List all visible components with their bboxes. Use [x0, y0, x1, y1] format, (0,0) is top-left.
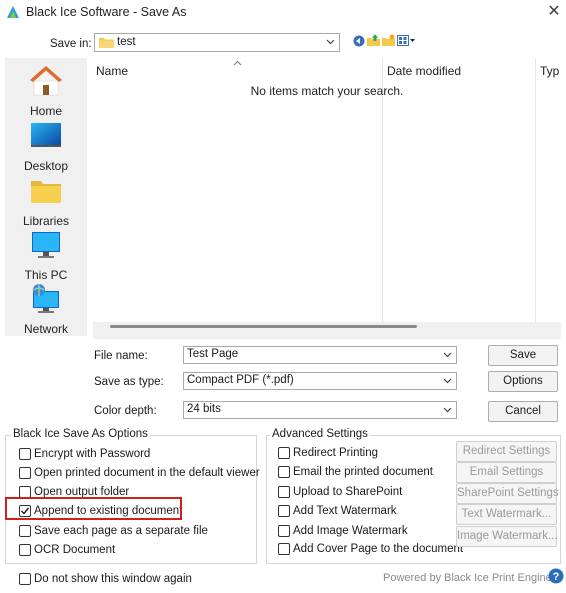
- chevron-down-icon: [443, 407, 452, 413]
- ice-options-title: Black Ice Save As Options: [11, 428, 150, 440]
- save-as-type-label: Save as type:: [94, 376, 164, 388]
- save-button[interactable]: Save: [488, 345, 558, 366]
- file-name-label: File name:: [94, 350, 148, 362]
- cancel-button[interactable]: Cancel: [488, 401, 558, 422]
- column-header-name[interactable]: Name: [96, 64, 128, 78]
- desktop-icon: [31, 123, 61, 147]
- checkbox-label: Redirect Printing: [293, 447, 379, 459]
- place-label: This PC: [24, 268, 68, 282]
- save-in-dropdown[interactable]: test: [94, 33, 340, 52]
- save-in-label: Save in:: [50, 38, 92, 50]
- column-header-type[interactable]: Typ: [540, 64, 561, 78]
- help-icon[interactable]: ?: [548, 568, 564, 584]
- save-in-value: test: [117, 36, 136, 48]
- app-logo-icon: [7, 6, 19, 18]
- checkbox-encrypt[interactable]: [19, 448, 31, 460]
- places-bar: Home Desktop Libraries This PC Network: [5, 58, 87, 336]
- checkbox-label: OCR Document: [34, 544, 116, 556]
- home-icon: [30, 66, 62, 96]
- place-this-pc[interactable]: This PC: [5, 229, 87, 282]
- svg-text:?: ?: [553, 571, 560, 583]
- place-label: Libraries: [22, 214, 70, 228]
- chevron-down-icon: [326, 39, 335, 45]
- checkbox-open-viewer[interactable]: [19, 467, 31, 479]
- checkbox-label: Save each page as a separate file: [34, 525, 208, 537]
- advanced-settings-title: Advanced Settings: [270, 428, 370, 440]
- place-desktop[interactable]: Desktop: [5, 120, 87, 173]
- checkbox-redirect[interactable]: [278, 447, 290, 459]
- file-name-value: Test Page: [187, 348, 239, 360]
- place-network[interactable]: Network: [5, 283, 87, 336]
- back-icon[interactable]: [353, 35, 365, 47]
- color-depth-value: 24 bits: [187, 403, 221, 415]
- checkbox-label: Do not show this window again: [34, 573, 192, 585]
- checkbox-text-watermark[interactable]: [278, 505, 290, 517]
- color-depth-label: Color depth:: [94, 405, 157, 417]
- view-menu-icon[interactable]: [397, 35, 415, 47]
- file-list[interactable]: Name Date modified Typ No items match yo…: [93, 58, 561, 322]
- computer-icon: [32, 232, 60, 258]
- checkbox-label: Email the printed document: [293, 466, 433, 478]
- folder-icon: [99, 38, 114, 48]
- checkbox-email[interactable]: [278, 466, 290, 478]
- sort-up-icon: [233, 60, 242, 66]
- sharepoint-settings-button[interactable]: SharePoint Settings: [456, 483, 559, 504]
- empty-message: No items match your search.: [250, 84, 404, 98]
- checkbox-label: Open printed document in the default vie…: [34, 467, 260, 479]
- checkbox-label: Upload to SharePoint: [293, 486, 403, 498]
- close-button[interactable]: ✕: [543, 1, 565, 23]
- title-bar: Black Ice Software - Save As ✕: [0, 0, 566, 26]
- checkbox-sharepoint[interactable]: [278, 486, 290, 498]
- save-as-type-dropdown[interactable]: Compact PDF (*.pdf): [183, 372, 457, 390]
- text-watermark-button[interactable]: Text Watermark...: [456, 504, 557, 525]
- place-libraries[interactable]: Libraries: [5, 175, 87, 228]
- place-home[interactable]: Home: [5, 65, 87, 118]
- place-label: Network: [23, 322, 68, 336]
- checkbox-label: Add Image Watermark: [293, 525, 408, 537]
- up-folder-icon[interactable]: [367, 34, 380, 47]
- horizontal-scrollbar-thumb[interactable]: [110, 325, 417, 328]
- email-settings-button[interactable]: Email Settings: [456, 462, 557, 483]
- new-folder-icon[interactable]: [382, 34, 395, 47]
- checkbox-separate-pages[interactable]: [19, 525, 31, 537]
- place-label: Home: [29, 104, 62, 118]
- color-depth-dropdown[interactable]: 24 bits: [183, 401, 457, 419]
- checkbox-dont-show[interactable]: [19, 573, 31, 585]
- checkbox-ocr[interactable]: [19, 544, 31, 556]
- highlight-box: [5, 497, 182, 520]
- image-watermark-button[interactable]: Image Watermark...: [456, 526, 558, 547]
- redirect-settings-button[interactable]: Redirect Settings: [456, 441, 557, 462]
- options-button[interactable]: Options: [488, 371, 558, 392]
- checkbox-label: Encrypt with Password: [34, 448, 151, 460]
- powered-by-text: Powered by Black Ice Print Engine: [383, 572, 552, 584]
- chevron-down-icon[interactable]: [443, 350, 452, 359]
- column-header-date[interactable]: Date modified: [387, 64, 461, 78]
- file-name-input[interactable]: Test Page: [183, 346, 457, 364]
- chevron-down-icon: [443, 378, 452, 384]
- checkbox-label: Add Text Watermark: [293, 505, 397, 517]
- save-as-type-value: Compact PDF (*.pdf): [187, 374, 294, 386]
- network-icon: [33, 284, 59, 313]
- window-title: Black Ice Software - Save As: [26, 5, 187, 19]
- checkbox-label: Add Cover Page to the document: [293, 543, 464, 555]
- place-label: Desktop: [23, 159, 69, 173]
- libraries-folder-icon: [31, 181, 61, 203]
- checkbox-image-watermark[interactable]: [278, 525, 290, 537]
- checkbox-cover-page[interactable]: [278, 543, 290, 555]
